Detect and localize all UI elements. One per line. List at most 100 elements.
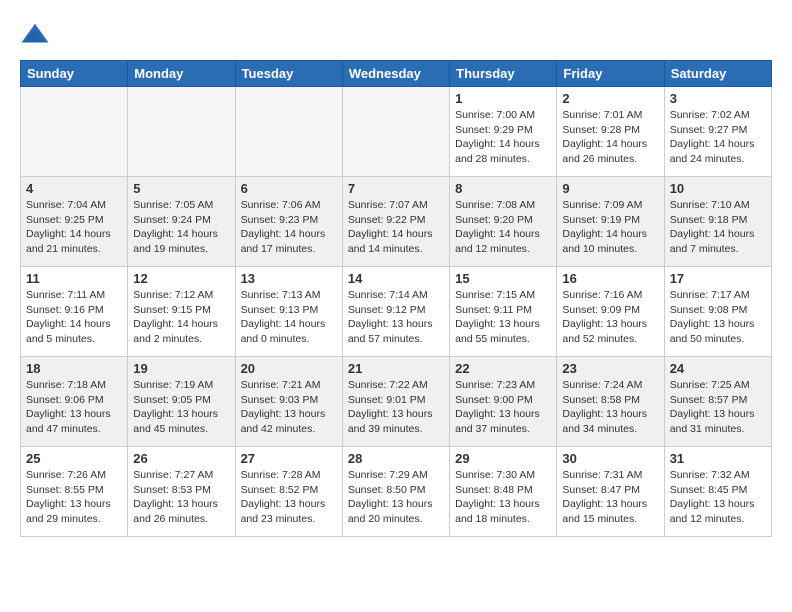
day-info: Sunrise: 7:18 AM Sunset: 9:06 PM Dayligh… [26,378,122,437]
day-cell: 6Sunrise: 7:06 AM Sunset: 9:23 PM Daylig… [235,177,342,267]
day-number: 31 [670,451,766,466]
day-info: Sunrise: 7:01 AM Sunset: 9:28 PM Dayligh… [562,108,658,167]
day-info: Sunrise: 7:07 AM Sunset: 9:22 PM Dayligh… [348,198,444,257]
day-cell: 31 Sunrise: 7:32 AM Sunset: 8:45 PM Dayli… [664,447,771,537]
day-number: 1 [455,91,551,106]
day-cell: 22 Sunrise: 7:23 AM Sunset: 9:00 PM Dayli… [450,357,557,447]
day-cell: 21Sunrise: 7:22 AM Sunset: 9:01 PM Dayli… [342,357,449,447]
day-cell: 13 Sunrise: 7:13 AM Sunset: 9:13 PM Dayli… [235,267,342,357]
day-number: 20 [241,361,337,376]
day-info: Sunrise: 7:32 AM Sunset: 8:45 PM Dayligh… [670,468,766,527]
day-cell: 12 Sunrise: 7:12 AM Sunset: 9:15 PM Dayli… [128,267,235,357]
day-info: Sunrise: 7:28 AM Sunset: 8:52 PM Dayligh… [241,468,337,527]
day-number: 22 [455,361,551,376]
day-info: Sunrise: 7:23 AM Sunset: 9:00 PM Dayligh… [455,378,551,437]
day-number: 30 [562,451,658,466]
day-cell: 25Sunrise: 7:26 AM Sunset: 8:55 PM Dayli… [21,447,128,537]
week-row-3: 11 Sunrise: 7:11 AM Sunset: 9:16 PM Dayli… [21,267,772,357]
calendar-header: SundayMondayTuesdayWednesdayThursdayFrid… [21,61,772,87]
day-number: 29 [455,451,551,466]
day-cell [128,87,235,177]
day-number: 23 [562,361,658,376]
day-info: Sunrise: 7:26 AM Sunset: 8:55 PM Dayligh… [26,468,122,527]
day-cell: 30 Sunrise: 7:31 AM Sunset: 8:47 PM Dayli… [557,447,664,537]
day-cell: 5Sunrise: 7:05 AM Sunset: 9:24 PM Daylig… [128,177,235,267]
day-info: Sunrise: 7:16 AM Sunset: 9:09 PM Dayligh… [562,288,658,347]
day-info: Sunrise: 7:12 AM Sunset: 9:15 PM Dayligh… [133,288,229,347]
day-number: 11 [26,271,122,286]
header-row: SundayMondayTuesdayWednesdayThursdayFrid… [21,61,772,87]
day-info: Sunrise: 7:04 AM Sunset: 9:25 PM Dayligh… [26,198,122,257]
calendar-body: 1 Sunrise: 7:00 AM Sunset: 9:29 PM Daylig… [21,87,772,537]
day-cell [21,87,128,177]
day-number: 18 [26,361,122,376]
day-info: Sunrise: 7:29 AM Sunset: 8:50 PM Dayligh… [348,468,444,527]
header-cell-sunday: Sunday [21,61,128,87]
week-row-5: 25Sunrise: 7:26 AM Sunset: 8:55 PM Dayli… [21,447,772,537]
logo-icon [20,20,50,50]
calendar-table: SundayMondayTuesdayWednesdayThursdayFrid… [20,60,772,537]
day-cell: 4 Sunrise: 7:04 AM Sunset: 9:25 PM Daylig… [21,177,128,267]
day-info: Sunrise: 7:25 AM Sunset: 8:57 PM Dayligh… [670,378,766,437]
day-number: 5 [133,181,229,196]
day-cell: 15 Sunrise: 7:15 AM Sunset: 9:11 PM Dayli… [450,267,557,357]
day-number: 3 [670,91,766,106]
day-cell: 3 Sunrise: 7:02 AM Sunset: 9:27 PM Daylig… [664,87,771,177]
day-info: Sunrise: 7:21 AM Sunset: 9:03 PM Dayligh… [241,378,337,437]
day-info: Sunrise: 7:24 AM Sunset: 8:58 PM Dayligh… [562,378,658,437]
day-number: 21 [348,361,444,376]
day-info: Sunrise: 7:06 AM Sunset: 9:23 PM Dayligh… [241,198,337,257]
day-cell [235,87,342,177]
day-cell: 1 Sunrise: 7:00 AM Sunset: 9:29 PM Daylig… [450,87,557,177]
day-info: Sunrise: 7:31 AM Sunset: 8:47 PM Dayligh… [562,468,658,527]
header-cell-tuesday: Tuesday [235,61,342,87]
day-number: 12 [133,271,229,286]
day-cell: 26Sunrise: 7:27 AM Sunset: 8:53 PM Dayli… [128,447,235,537]
day-cell: 2 Sunrise: 7:01 AM Sunset: 9:28 PM Daylig… [557,87,664,177]
page-header [20,20,772,50]
day-cell: 17Sunrise: 7:17 AM Sunset: 9:08 PM Dayli… [664,267,771,357]
header-cell-thursday: Thursday [450,61,557,87]
day-info: Sunrise: 7:30 AM Sunset: 8:48 PM Dayligh… [455,468,551,527]
day-cell: 23 Sunrise: 7:24 AM Sunset: 8:58 PM Dayli… [557,357,664,447]
day-cell: 24 Sunrise: 7:25 AM Sunset: 8:57 PM Dayli… [664,357,771,447]
day-cell: 18 Sunrise: 7:18 AM Sunset: 9:06 PM Dayli… [21,357,128,447]
day-number: 9 [562,181,658,196]
day-number: 14 [348,271,444,286]
day-number: 4 [26,181,122,196]
day-cell: 8 Sunrise: 7:08 AM Sunset: 9:20 PM Daylig… [450,177,557,267]
day-number: 2 [562,91,658,106]
day-info: Sunrise: 7:27 AM Sunset: 8:53 PM Dayligh… [133,468,229,527]
day-info: Sunrise: 7:19 AM Sunset: 9:05 PM Dayligh… [133,378,229,437]
day-number: 24 [670,361,766,376]
day-number: 16 [562,271,658,286]
day-number: 13 [241,271,337,286]
day-cell: 16 Sunrise: 7:16 AM Sunset: 9:09 PM Dayli… [557,267,664,357]
day-info: Sunrise: 7:11 AM Sunset: 9:16 PM Dayligh… [26,288,122,347]
day-info: Sunrise: 7:14 AM Sunset: 9:12 PM Dayligh… [348,288,444,347]
day-number: 8 [455,181,551,196]
day-cell: 11 Sunrise: 7:11 AM Sunset: 9:16 PM Dayli… [21,267,128,357]
day-number: 10 [670,181,766,196]
day-cell: 9Sunrise: 7:09 AM Sunset: 9:19 PM Daylig… [557,177,664,267]
header-cell-friday: Friday [557,61,664,87]
day-cell: 28Sunrise: 7:29 AM Sunset: 8:50 PM Dayli… [342,447,449,537]
week-row-2: 4 Sunrise: 7:04 AM Sunset: 9:25 PM Daylig… [21,177,772,267]
logo [20,20,54,50]
day-cell: 7 Sunrise: 7:07 AM Sunset: 9:22 PM Daylig… [342,177,449,267]
day-info: Sunrise: 7:02 AM Sunset: 9:27 PM Dayligh… [670,108,766,167]
day-info: Sunrise: 7:15 AM Sunset: 9:11 PM Dayligh… [455,288,551,347]
day-cell: 27 Sunrise: 7:28 AM Sunset: 8:52 PM Dayli… [235,447,342,537]
day-cell: 29 Sunrise: 7:30 AM Sunset: 8:48 PM Dayli… [450,447,557,537]
day-cell: 14 Sunrise: 7:14 AM Sunset: 9:12 PM Dayli… [342,267,449,357]
day-number: 15 [455,271,551,286]
day-info: Sunrise: 7:08 AM Sunset: 9:20 PM Dayligh… [455,198,551,257]
week-row-1: 1 Sunrise: 7:00 AM Sunset: 9:29 PM Daylig… [21,87,772,177]
day-number: 27 [241,451,337,466]
day-cell: 20 Sunrise: 7:21 AM Sunset: 9:03 PM Dayli… [235,357,342,447]
header-cell-saturday: Saturday [664,61,771,87]
day-info: Sunrise: 7:00 AM Sunset: 9:29 PM Dayligh… [455,108,551,167]
day-number: 7 [348,181,444,196]
day-info: Sunrise: 7:10 AM Sunset: 9:18 PM Dayligh… [670,198,766,257]
day-info: Sunrise: 7:13 AM Sunset: 9:13 PM Dayligh… [241,288,337,347]
